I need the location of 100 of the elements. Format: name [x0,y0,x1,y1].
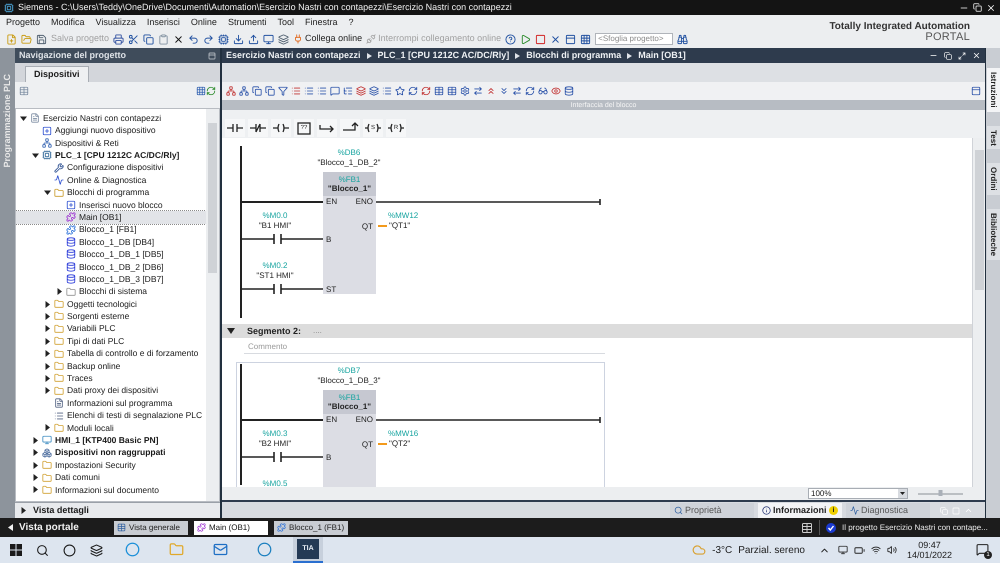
pin-icon[interactable] [208,52,216,60]
cut-icon[interactable] [128,34,140,44]
tree-item[interactable]: Informazioni sul documento [16,484,206,496]
download-icon[interactable] [233,34,244,44]
tree-item[interactable]: PLC_1 [CPU 1212C AC/DC/Rly] [16,149,206,162]
tree-item[interactable]: Blocco_1_DB_2 [DB6] [16,260,206,274]
tree-item[interactable]: Blocco_1 [FB1] [16,224,206,236]
expand-arrow-icon[interactable] [56,288,62,296]
function-block[interactable]: %FB1 "Blocco_1" EN ENO B QT [323,390,376,487]
copy-icon[interactable] [143,34,154,44]
print-icon[interactable] [113,34,124,44]
inspector-tab[interactable]: Proprietà [670,503,754,518]
ladder-element-button[interactable] [317,119,337,137]
editor-tool-icon[interactable] [434,86,444,96]
search-field[interactable]: <Sfoglia progetto> [595,33,674,45]
ladder-element-button[interactable] [225,119,245,137]
editor-tool-icon[interactable] [356,86,366,96]
ladder-element-button[interactable] [248,119,268,137]
tree-item[interactable]: Inserisci nuovo blocco [16,198,206,212]
tree-item[interactable]: Tipi di dati PLC [16,335,206,348]
tree-item[interactable]: Aggiungi nuovo dispositivo [16,124,206,137]
expand-arrow-icon[interactable] [44,362,50,370]
expand-arrow-icon[interactable] [32,152,38,159]
ladder-element-button[interactable] [271,119,291,137]
editor-tool-icon[interactable] [473,86,483,96]
menu-item[interactable]: Online [190,16,217,30]
editor-tab[interactable]: Vista generale [114,520,188,534]
battery-icon[interactable] [854,544,865,556]
function-block[interactable]: %FB1 "Blocco_1" EN ENO B ST QT [323,172,376,294]
refresh-icon[interactable] [206,86,216,96]
cortana-icon[interactable] [63,544,76,556]
binoculars-icon[interactable] [677,34,688,44]
contact-rung[interactable] [242,452,323,462]
tree-item[interactable]: Impostazioni Security [16,458,206,472]
editor-tool-icon[interactable] [512,86,522,96]
volume-icon[interactable] [886,545,897,555]
editor-tool-icon[interactable] [343,86,353,96]
tree-item[interactable]: Dispositivi non raggruppati [16,446,206,459]
expand-arrow-icon[interactable] [44,387,50,394]
status-message[interactable]: Il progetto Esercizio Nastri con contape... [842,522,992,534]
editor-tool-icon[interactable] [447,86,457,96]
split-horizontal-icon[interactable] [565,34,576,44]
expand-arrow-icon[interactable] [44,300,50,308]
tree-item[interactable]: Configurazione dispositivi [16,162,206,174]
ladder-network[interactable]: %DB6 "Blocco_1_DB_2" %FB1 "Blocco_1" EN ENO B ST QT %M0.0 "B1 HMI" %M0.2 "ST1 HMI" %MW12 "QT1" [222,138,972,320]
simulation-icon[interactable] [263,34,274,44]
tree-item[interactable]: Dati proxy dei dispositivi [16,384,206,397]
slider-thumb[interactable] [938,490,942,496]
menu-item[interactable]: Tool [277,16,294,30]
editor-tool-icon[interactable] [525,86,535,96]
expand-arrow-icon[interactable] [44,325,50,332]
editor-tool-icon[interactable] [408,86,418,96]
expand-arrow-icon[interactable] [44,338,50,345]
menu-item[interactable]: Progetto [6,16,40,30]
editor-tool-icon[interactable] [317,86,327,96]
contact-rung[interactable] [242,234,323,244]
tree-item[interactable]: Blocco_1_DB_3 [DB7] [16,273,206,286]
expand-arrow-icon[interactable] [32,486,38,494]
tree-item[interactable]: Blocco_1_DB [DB4] [16,236,206,248]
maximize-icon[interactable] [958,52,966,60]
tree-item[interactable]: Oggetti tecnologici [16,298,206,310]
tree-item[interactable]: Blocchi di programma [16,186,206,199]
close-icon[interactable] [986,2,996,12]
tree-item[interactable]: Backup online [16,360,206,372]
editor-tool-icon[interactable] [382,86,392,96]
inspector-tab[interactable]: Diagnostica [846,503,930,518]
zoom-slider[interactable] [918,489,963,498]
split-vertical-icon[interactable] [580,34,592,44]
search-icon[interactable] [36,544,49,556]
expand-arrow-icon[interactable] [20,507,27,514]
clock-time[interactable]: 09:47 [918,540,941,550]
expand-arrow-icon[interactable] [32,449,38,456]
editor-tool-icon[interactable] [551,86,561,96]
close-icon[interactable] [972,51,981,60]
tree-item[interactable]: Blocco_1_DB_1 [DB5] [16,248,206,261]
close-icon[interactable] [550,34,562,44]
tree-item[interactable]: Variabili PLC [16,322,206,336]
expand-arrow-icon[interactable] [32,474,38,482]
editor-tool-icon[interactable] [486,86,496,96]
tree-item[interactable]: Blocchi di sistema [16,285,206,298]
task-view-icon[interactable] [90,544,103,556]
save-icon[interactable] [36,34,47,44]
layout-icon[interactable] [971,86,981,96]
redo-icon[interactable] [203,34,214,44]
tree-item[interactable]: Main [OB1] [16,211,206,224]
overview-icon[interactable] [19,86,29,96]
tree-item[interactable]: Tabella di controllo e di forzamento [16,347,206,360]
editor-tool-icon[interactable] [460,86,470,96]
editor-tool-icon[interactable] [421,86,431,96]
upload-icon[interactable] [248,34,260,44]
menu-item[interactable]: Inserisci [146,16,180,30]
task-card-tab[interactable]: Biblioteche [986,208,1000,260]
start-icon[interactable] [10,544,22,556]
delete-icon[interactable] [173,34,184,44]
paste-icon[interactable] [158,34,170,44]
expand-arrow-icon[interactable] [44,350,50,358]
device-icon[interactable] [838,545,848,555]
stop-cpu-icon[interactable] [535,34,546,44]
weather-temperature[interactable]: -3°C [712,542,732,558]
editor-tab[interactable]: Main (OB1) [194,520,268,534]
